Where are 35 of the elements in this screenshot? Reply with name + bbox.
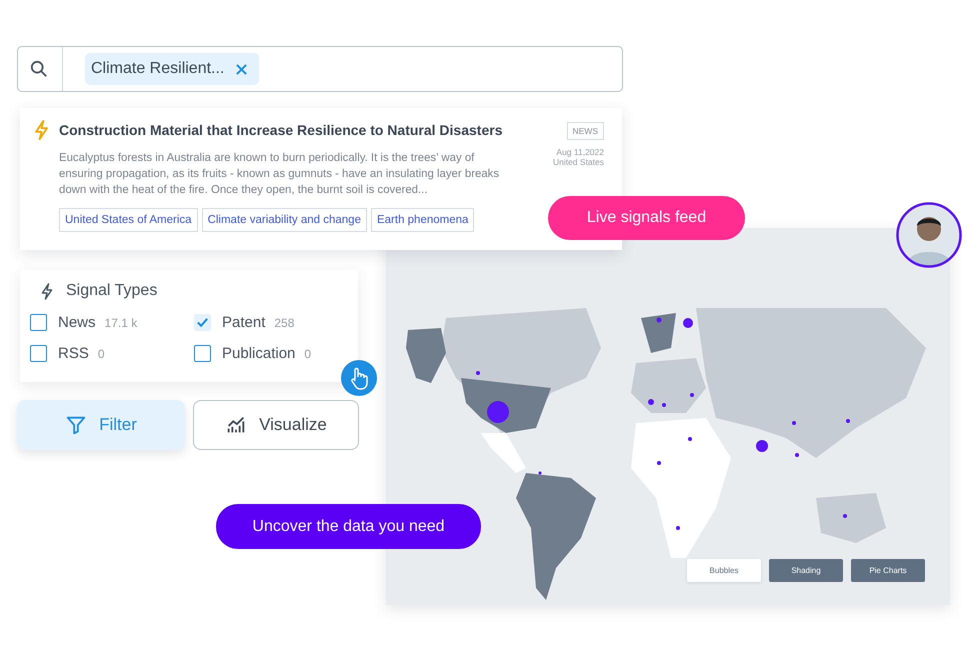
checkbox[interactable] (194, 345, 211, 362)
checkbox[interactable] (30, 345, 47, 362)
article-title[interactable]: Construction Material that Increase Resilience to Natural Disasters (59, 122, 502, 138)
checkbox-label: News (58, 314, 96, 331)
tag[interactable]: Climate variability and change (202, 208, 367, 232)
map-mode-button[interactable]: Bubbles (687, 559, 761, 582)
article-date: Aug 11,2022 (556, 147, 604, 157)
checkbox[interactable] (30, 314, 47, 331)
filter-button[interactable]: Filter (17, 400, 185, 450)
signal-count: 0 (304, 346, 312, 360)
close-icon (236, 64, 248, 74)
checkbox-label: RSS (58, 345, 89, 362)
lightning-icon (41, 282, 53, 300)
funnel-icon (65, 414, 88, 436)
article-summary: Eucalyptus forests in Australia are known to burn periodically. It is the trees’ way of ensuring propagation, as its fruits - known as gumnuts - have an insulating layer breaks down with the heat of the fire. Once they open, the burnt soil is covered... (59, 151, 500, 198)
tag[interactable]: Earth phenomena (370, 208, 474, 232)
checkbox[interactable] (194, 314, 211, 331)
search-icon (30, 47, 63, 91)
callout-pill: Live signals feed (548, 196, 745, 240)
tag[interactable]: United States of America (59, 208, 198, 232)
chip-label: Climate Resilient... (91, 60, 224, 78)
article-location: United States (552, 157, 604, 167)
map-mode-button[interactable]: Shading (769, 559, 843, 582)
callout-pill: Uncover the data you need (216, 504, 481, 549)
map-mode-button[interactable]: Pie Charts (851, 559, 925, 582)
search-field[interactable]: Climate Resilient... (17, 46, 623, 92)
checkbox-label: Patent (222, 314, 266, 331)
visualize-button[interactable]: Visualize (193, 400, 359, 450)
checkbox-label: Publication (222, 345, 296, 362)
lightning-icon (34, 120, 49, 140)
signal-count: 0 (98, 346, 105, 360)
signal-count: 17.1 k (104, 316, 138, 330)
section-title: Signal Types (66, 282, 158, 300)
type-badge: NEWS (566, 122, 604, 140)
signal-count: 258 (274, 316, 294, 330)
